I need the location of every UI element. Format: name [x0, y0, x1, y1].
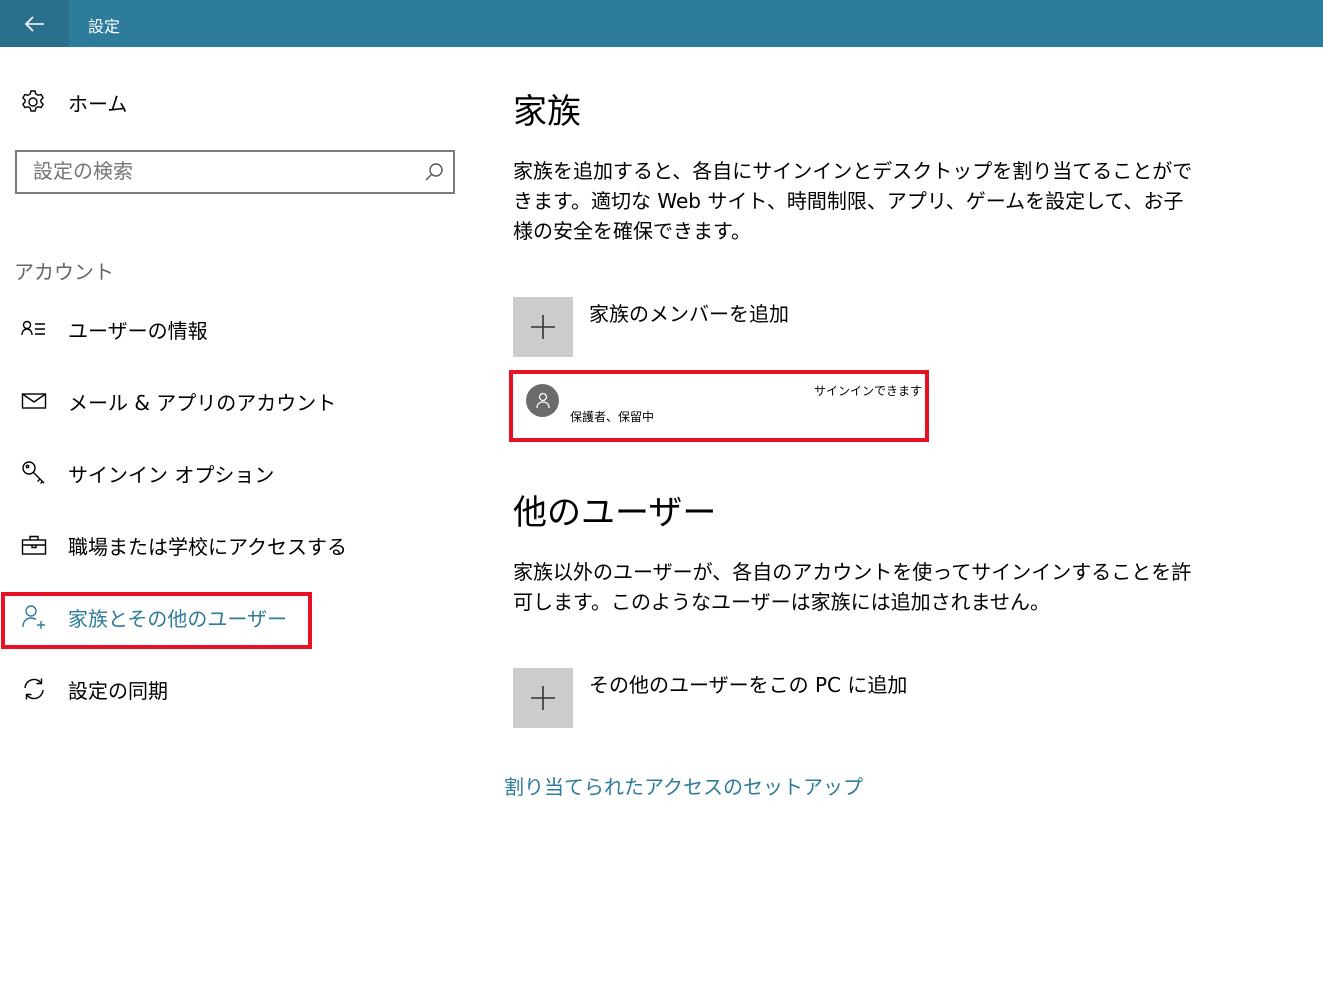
add-family-member-button[interactable] — [513, 297, 573, 357]
plus-icon — [531, 315, 555, 339]
other-users-description: 家族以外のユーザーが、各自のアカウントを使ってサインインすることを許可します。こ… — [513, 560, 1192, 614]
search-icon[interactable] — [424, 162, 444, 182]
sidebar-item-label: メール & アプリのアカウント — [68, 390, 337, 415]
sidebar-item-mail-accounts[interactable]: メール & アプリのアカウント — [20, 383, 336, 419]
sidebar-item-sync[interactable]: 設定の同期 — [20, 671, 168, 707]
sidebar-item-label: ユーザーの情報 — [68, 318, 208, 343]
sidebar-item-signin-options[interactable]: サインイン オプション — [20, 455, 274, 491]
add-family-member-label[interactable]: 家族のメンバーを追加 — [589, 298, 789, 327]
window-title: 設定 — [88, 17, 121, 36]
search-box[interactable] — [15, 150, 455, 194]
nav-home[interactable]: ホーム — [20, 86, 127, 118]
sidebar-item-user-info[interactable]: ユーザーの情報 — [20, 311, 208, 347]
assigned-access-link[interactable]: 割り当てられたアクセスのセットアップ — [504, 771, 863, 800]
family-description: 家族を追加すると、各自にサインインとデスクトップを割り当てることができます。適切… — [513, 159, 1193, 243]
title-bar: 設定 — [0, 0, 1323, 47]
sidebar-item-work-school[interactable]: 職場または学校にアクセスする — [20, 527, 347, 563]
back-button[interactable] — [0, 0, 69, 47]
plus-icon — [531, 686, 555, 710]
sidebar-item-label: 設定の同期 — [68, 678, 168, 703]
highlight-box-member — [509, 370, 929, 442]
add-other-user-label[interactable]: その他のユーザーをこの PC に追加 — [589, 669, 907, 698]
gear-icon — [22, 90, 44, 112]
sidebar-item-label: サインイン オプション — [68, 462, 275, 487]
family-heading: 家族 — [513, 92, 581, 132]
search-input[interactable] — [33, 152, 423, 190]
section-label-account: アカウント — [14, 260, 114, 284]
briefcase-icon — [20, 531, 48, 559]
user-info-icon — [20, 315, 48, 343]
mail-icon — [20, 387, 48, 415]
sync-icon — [20, 675, 48, 703]
add-other-user-button[interactable] — [513, 668, 573, 728]
key-icon — [20, 459, 48, 487]
back-arrow-icon — [24, 15, 44, 32]
sidebar-item-label: 職場または学校にアクセスする — [68, 534, 347, 559]
highlight-box-sidebar — [1, 592, 312, 649]
other-users-heading: 他のユーザー — [513, 493, 717, 533]
nav-home-label: ホーム — [68, 91, 128, 116]
